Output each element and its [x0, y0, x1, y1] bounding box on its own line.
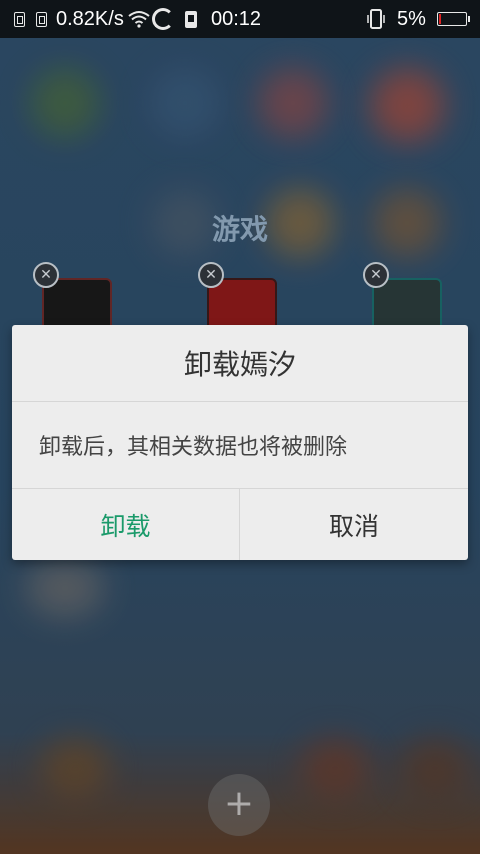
dialog-message: 卸载后，其相关数据也将被删除	[39, 435, 348, 460]
dialog-title: 卸载嫣汐	[183, 348, 296, 381]
clock: 00:12	[211, 7, 262, 30]
cancel-button[interactable]: 取消	[240, 489, 468, 560]
sim2-icon	[36, 0, 47, 38]
vibrate-icon	[366, 0, 386, 38]
net-speed: 0.82K/s	[56, 7, 124, 30]
wifi-icon	[128, 0, 150, 38]
uninstall-button[interactable]: 卸载	[12, 489, 239, 560]
battery-icon	[437, 0, 470, 38]
sim1-icon	[14, 0, 25, 38]
status-bar: 0.82K/s 00:12 5%	[0, 0, 480, 38]
uninstall-dialog: 卸载嫣汐 卸载后，其相关数据也将被删除 卸载 取消	[12, 325, 468, 560]
battery-percent: 5%	[397, 7, 426, 30]
sd-card-icon	[185, 0, 197, 38]
loading-spinner-icon	[152, 0, 174, 38]
